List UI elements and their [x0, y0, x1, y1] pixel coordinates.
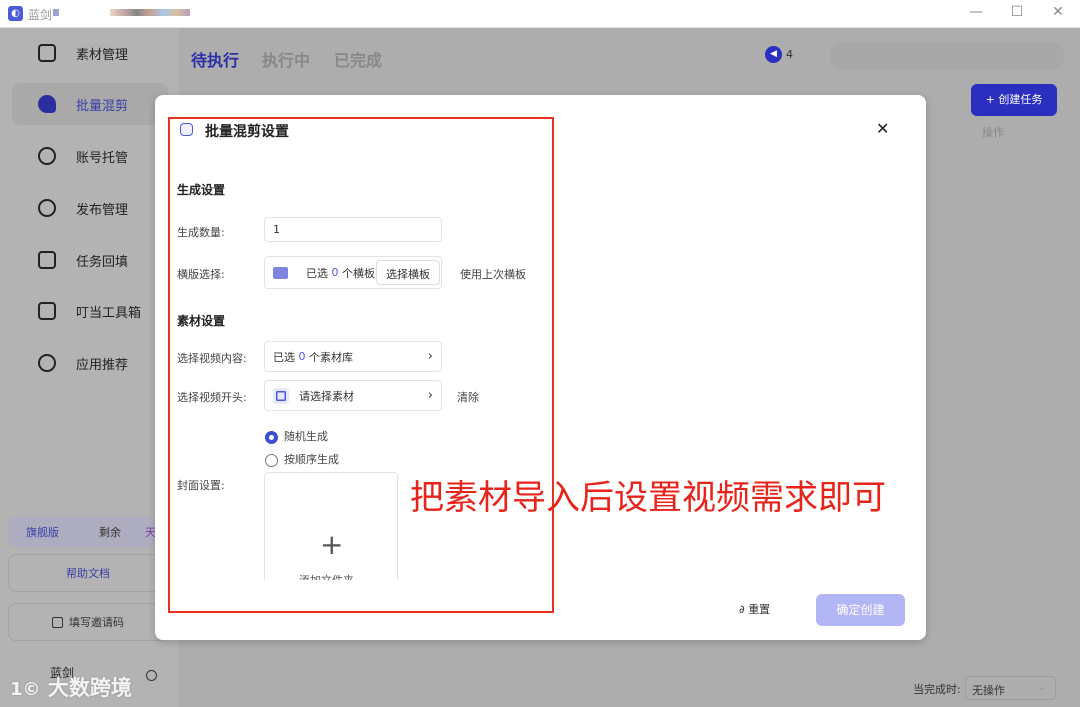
file-icon	[38, 44, 56, 62]
app-title: 蓝剑	[28, 8, 53, 22]
blurred-text	[110, 9, 190, 16]
tab-running[interactable]: 执行中	[262, 47, 310, 71]
reset-label: 重置	[748, 603, 771, 616]
sidebar-item-label: 发布管理	[76, 202, 129, 218]
invite-icon	[52, 616, 63, 628]
help-docs-button[interactable]: 帮助文档	[8, 554, 168, 592]
toolbox-icon	[38, 302, 56, 320]
sidebar-item-label: 任务回填	[76, 254, 129, 270]
invite-code-button[interactable]: 填写邀请码	[8, 603, 168, 641]
help-label: 帮助文档	[66, 567, 110, 580]
plan-name: 旗舰版	[26, 526, 59, 539]
sidebar-item-material[interactable]: 素材管理	[12, 32, 168, 74]
user-icon	[38, 147, 56, 165]
on-complete-select[interactable]: 无操作 ⌄	[965, 676, 1056, 700]
sidebar-item-label: 账号托管	[76, 150, 129, 166]
minimize-icon[interactable]: —	[966, 4, 986, 20]
close-window-icon[interactable]: ✕	[1048, 4, 1068, 20]
sidebar-item-batch-mix[interactable]: 批量混剪	[12, 83, 168, 125]
reset-button[interactable]: ∂ 重置	[739, 601, 770, 617]
watermark-text: 大数跨境	[47, 676, 132, 700]
notice-bar	[830, 42, 1064, 70]
plan-remain: 剩余	[99, 526, 121, 539]
mix-icon	[38, 95, 56, 113]
chevron-down-icon: ⌄	[1037, 680, 1047, 693]
column-header-ops: 操作	[982, 126, 1004, 139]
sidebar-item-accounts[interactable]: 账号托管	[12, 135, 168, 177]
speaker-icon: ◀	[765, 46, 782, 63]
annotation-text: 把素材导入后设置视频需求即可	[410, 478, 886, 518]
sidebar: 素材管理 批量混剪 账号托管 发布管理 任务回填 叮当工具箱 应用推荐 旗舰版 …	[0, 28, 179, 707]
tab-pending[interactable]: 待执行	[191, 47, 239, 71]
close-icon[interactable]: ✕	[876, 119, 889, 138]
blurred-text	[53, 9, 59, 16]
app-logo-icon: ◐	[8, 6, 23, 21]
sidebar-item-toolbox[interactable]: 叮当工具箱	[12, 290, 168, 332]
on-complete-label: 当完成时:	[913, 683, 961, 696]
sidebar-item-label: 批量混剪	[76, 98, 129, 114]
confirm-create-button[interactable]: 确定创建	[816, 594, 905, 626]
publish-icon	[38, 199, 56, 217]
sidebar-item-task-backfill[interactable]: 任务回填	[12, 239, 168, 281]
notice-text: 4	[786, 48, 793, 61]
maximize-icon[interactable]: ☐	[1007, 4, 1027, 20]
title-bar: ◐ 蓝剑 — ☐ ✕	[0, 0, 1080, 28]
sidebar-item-recommend[interactable]: 应用推荐	[12, 342, 168, 384]
invite-label: 填写邀请码	[69, 616, 124, 629]
batch-mix-settings-dialog: 批量混剪设置 ✕ 生成设置 生成数量: 1 横版选择: 已选 0 个横板 选择横…	[155, 95, 926, 640]
sidebar-item-label: 素材管理	[76, 47, 129, 63]
more-icon[interactable]	[146, 670, 157, 681]
plan-card: 旗舰版 剩余 天	[8, 517, 168, 547]
recommend-icon	[38, 354, 56, 372]
tab-done[interactable]: 已完成	[334, 47, 382, 71]
sidebar-item-label: 应用推荐	[76, 357, 129, 373]
select-value: 无操作	[972, 684, 1005, 697]
eraser-icon: ∂	[739, 603, 749, 616]
create-task-button[interactable]: + 创建任务	[971, 84, 1057, 116]
checkbox-icon	[38, 251, 56, 269]
annotation-highlight-box	[168, 117, 554, 613]
watermark: 1© 大数跨境	[10, 676, 132, 700]
sidebar-item-label: 叮当工具箱	[76, 305, 142, 321]
sidebar-item-publish[interactable]: 发布管理	[12, 187, 168, 229]
